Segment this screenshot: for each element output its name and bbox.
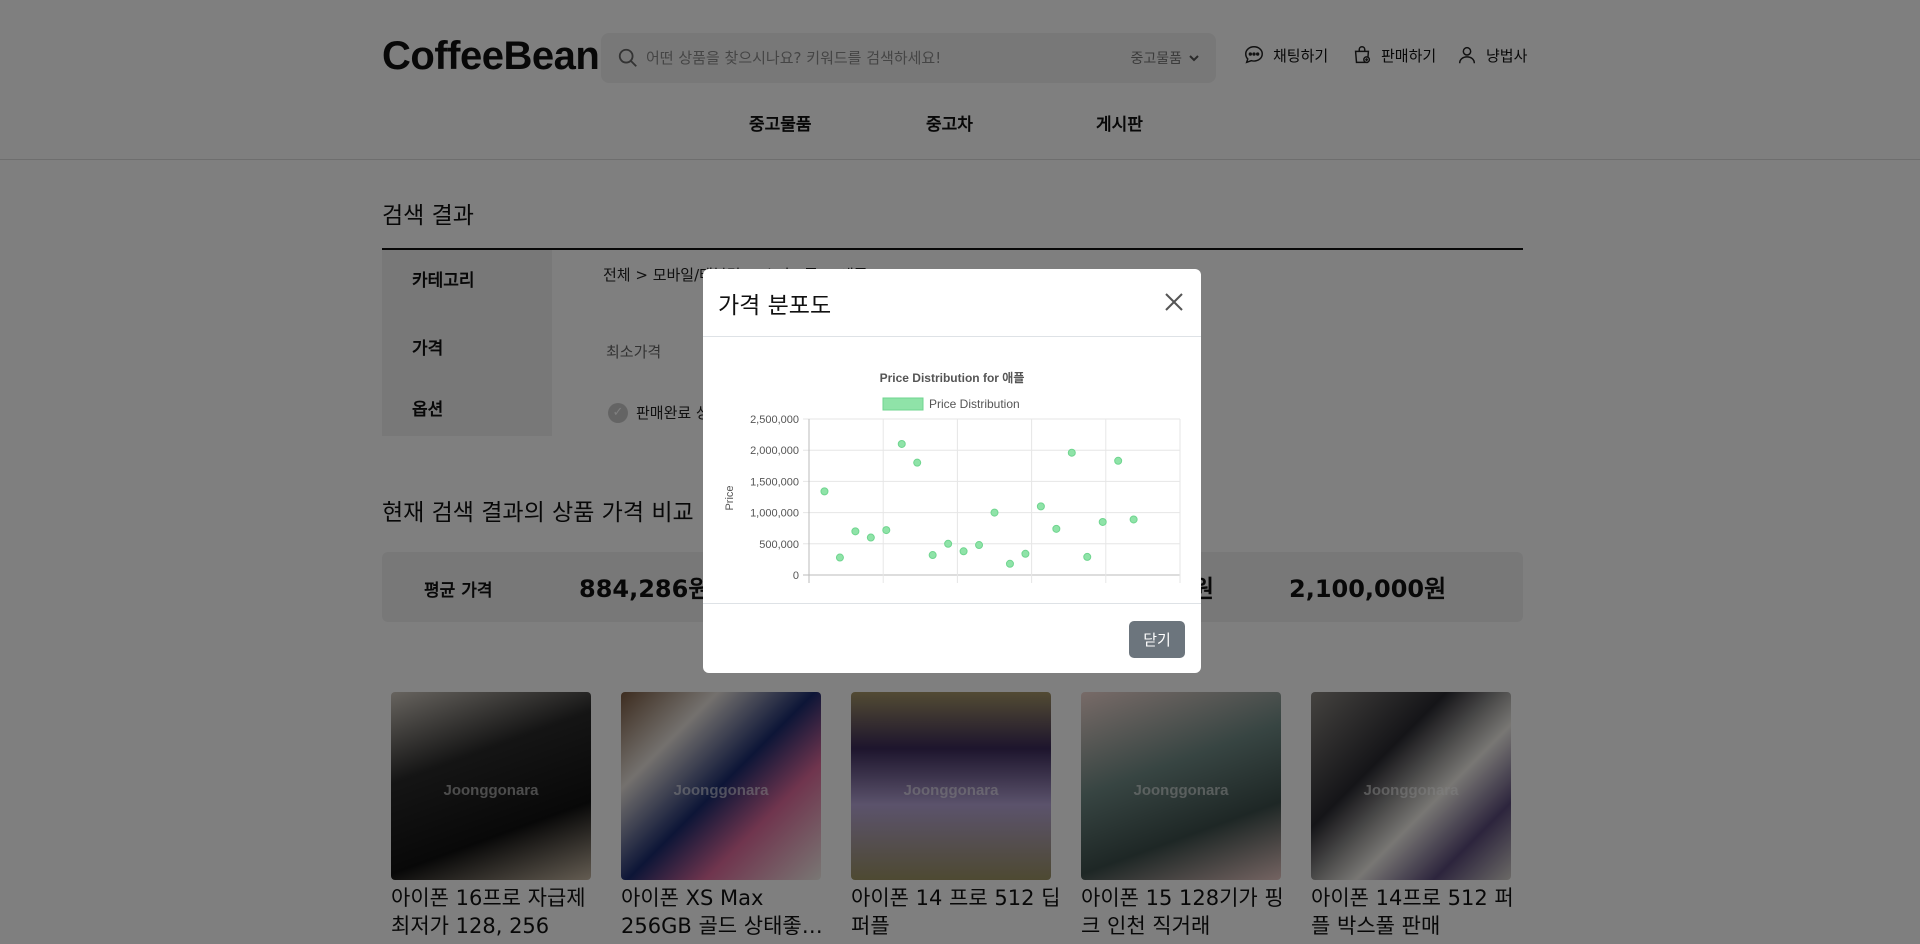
data-point[interactable] <box>851 527 860 536</box>
chart-grid <box>803 418 1181 583</box>
y-tick-labels: 2,500,000 2,000,000 1,500,000 1,000,000 500,… <box>750 414 799 582</box>
data-point[interactable] <box>1005 559 1014 568</box>
y-tick-label: 2,500,000 <box>750 414 799 426</box>
modal-body: Price Distribution for 애플 Price Distribu… <box>703 337 1201 603</box>
y-tick-label: 1,000,000 <box>750 508 799 520</box>
close-icon[interactable] <box>1161 289 1187 315</box>
data-point[interactable] <box>944 539 953 548</box>
legend-swatch[interactable] <box>882 397 924 411</box>
y-tick-label: 500,000 <box>759 539 799 551</box>
data-point[interactable] <box>928 551 937 560</box>
data-point[interactable] <box>1021 549 1030 558</box>
price-distribution-modal: 가격 분포도 Price Distribution for 애플 Price D… <box>703 269 1201 673</box>
data-point[interactable] <box>1098 517 1107 526</box>
y-axis-label: Price <box>724 485 736 510</box>
y-tick-label: 0 <box>793 570 799 582</box>
price-scatter-chart: Price Distribution for 애플 Price Distribu… <box>724 370 1181 583</box>
data-point[interactable] <box>882 526 891 535</box>
data-points <box>820 439 1138 568</box>
data-point[interactable] <box>1052 524 1061 533</box>
data-point[interactable] <box>1129 515 1138 524</box>
y-tick-label: 2,000,000 <box>750 445 799 457</box>
data-point[interactable] <box>1036 502 1045 511</box>
data-point[interactable] <box>1067 448 1076 457</box>
data-point[interactable] <box>913 458 922 467</box>
data-point[interactable] <box>866 533 875 542</box>
modal-footer: 닫기 <box>703 603 1201 673</box>
data-point[interactable] <box>820 487 829 496</box>
modal-header: 가격 분포도 <box>703 269 1201 337</box>
data-point[interactable] <box>897 439 906 448</box>
legend-label[interactable]: Price Distribution <box>929 397 1020 411</box>
y-tick-label: 1,500,000 <box>750 476 799 488</box>
close-button[interactable]: 닫기 <box>1129 621 1185 658</box>
data-point[interactable] <box>1083 552 1092 561</box>
data-point[interactable] <box>959 547 968 556</box>
data-point[interactable] <box>1114 456 1123 465</box>
data-point[interactable] <box>835 553 844 562</box>
data-point[interactable] <box>990 508 999 517</box>
data-point[interactable] <box>975 541 984 550</box>
modal-title: 가격 분포도 <box>718 293 832 319</box>
chart-title: Price Distribution for 애플 <box>880 370 1025 385</box>
